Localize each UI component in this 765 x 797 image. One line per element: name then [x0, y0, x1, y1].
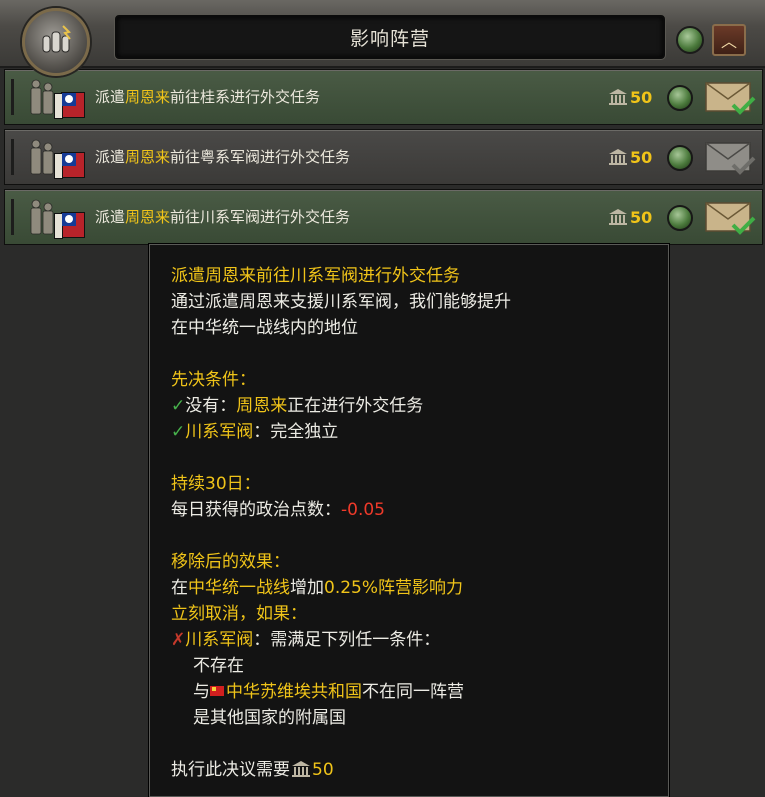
- diplomat-figures-icon: [30, 139, 54, 175]
- faction-fists-icon: [22, 8, 90, 76]
- condition-item: 是其他国家的附属国: [193, 708, 346, 728]
- condition-item: 不存在: [193, 656, 244, 676]
- roc-flag-icon: [54, 152, 85, 179]
- decision-tooltip: 派遣周恩来前往川系军阀进行外交任务 通过派遣周恩来支援川系军阀，我们能够提升 在…: [149, 244, 669, 797]
- collapse-button[interactable]: ︿: [712, 24, 746, 56]
- cancel-header: 立刻取消，如果：: [171, 604, 307, 624]
- decision-cost: 50: [608, 70, 652, 124]
- decision-row-guangxi[interactable]: 派遣周恩来前往桂系进行外交任务 50: [4, 69, 763, 125]
- daily-effect: 每日获得的政治点数：-0.05: [171, 500, 385, 520]
- page-title: 影响阵营: [115, 15, 665, 59]
- chevron-up-icon: ︿: [720, 32, 737, 51]
- cross-icon: ✗: [171, 630, 186, 650]
- political-power-icon: [609, 89, 627, 105]
- decision-row-guangdong[interactable]: 派遣周恩来前往粤系军阀进行外交任务 50: [4, 129, 763, 185]
- prerequisites-header: 先决条件：: [171, 370, 256, 390]
- mail-disabled-icon[interactable]: [703, 139, 757, 177]
- decision-row-sichuan[interactable]: 派遣周恩来前往川系军阀进行外交任务 50: [4, 189, 763, 245]
- duration-header: 持续30日：: [171, 474, 261, 494]
- cancel-condition: ✗川系军阀：需满足下列任一条件：: [171, 630, 441, 650]
- green-light-icon: [667, 145, 693, 171]
- green-light-icon: [667, 205, 693, 231]
- political-power-icon: [292, 761, 310, 777]
- category-header: 影响阵营 ︿: [0, 0, 765, 76]
- checkmark-icon: ✓: [171, 422, 186, 442]
- csr-flag-icon: [210, 686, 224, 696]
- effects-header: 移除后的效果：: [171, 552, 290, 572]
- prerequisite-item: ✓川系军阀：完全独立: [171, 422, 339, 442]
- roc-flag-icon: [54, 92, 85, 119]
- decision-name: 派遣周恩来前往川系军阀进行外交任务: [95, 208, 351, 226]
- row-marker: [11, 79, 14, 115]
- decision-cost: 50: [608, 190, 652, 244]
- decision-name: 派遣周恩来前往粤系军阀进行外交任务: [95, 148, 351, 166]
- political-power-icon: [609, 149, 627, 165]
- decision-cost: 50: [608, 130, 652, 184]
- tooltip-description: 在中华统一战线内的地位: [171, 318, 358, 338]
- mail-check-icon[interactable]: [703, 199, 757, 237]
- political-power-icon: [609, 209, 627, 225]
- diplomat-figures-icon: [30, 199, 54, 235]
- diplomat-figures-icon: [30, 79, 54, 115]
- row-marker: [11, 199, 14, 235]
- green-light-icon: [667, 85, 693, 111]
- effect-item: 在中华统一战线增加0.25%阵营影响力: [171, 578, 464, 598]
- decision-name: 派遣周恩来前往桂系进行外交任务: [95, 88, 321, 106]
- row-marker: [11, 139, 14, 175]
- roc-flag-icon: [54, 212, 85, 239]
- checkmark-icon: ✓: [171, 396, 186, 416]
- tooltip-title: 派遣周恩来前往川系军阀进行外交任务: [171, 266, 460, 286]
- green-light-icon: [676, 26, 704, 54]
- prerequisite-item: ✓没有：周恩来正在进行外交任务: [171, 396, 424, 416]
- cost-requirement: 执行此决议需要 50: [171, 760, 334, 780]
- mail-check-icon[interactable]: [703, 79, 757, 117]
- tooltip-description: 通过派遣周恩来支援川系军阀，我们能够提升: [171, 292, 511, 312]
- condition-item: 与中华苏维埃共和国不在同一阵营: [193, 682, 464, 702]
